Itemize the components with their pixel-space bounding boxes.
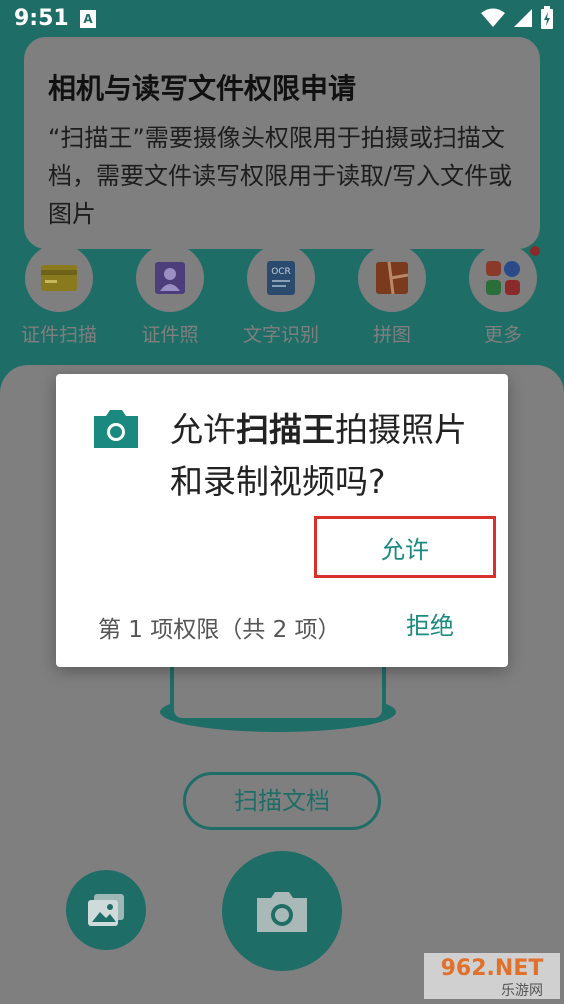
tool-label: 证件扫描 <box>20 324 97 346</box>
notification-icon: A <box>80 10 96 28</box>
tool-ocr[interactable]: OCR 文字识别 <box>226 244 336 347</box>
dialog-message: 允许扫描王拍摄照片和录制视频吗? <box>170 404 480 508</box>
tool-collage[interactable]: 拼图 <box>337 244 447 347</box>
more-apps-icon <box>469 244 537 312</box>
app-name: 扫描王 <box>236 410 335 449</box>
tool-label: 拼图 <box>372 324 411 346</box>
tool-more[interactable]: 更多 <box>448 244 558 347</box>
status-time: 9:51 <box>14 6 69 31</box>
permission-explanation-card: 相机与读写文件权限申请 “扫描王”需要摄像头权限用于拍摄或扫描文档，需要文件读写… <box>24 37 540 249</box>
gallery-icon <box>88 894 124 926</box>
permission-description: “扫描王”需要摄像头权限用于拍摄或扫描文档，需要文件读写权限用于读取/写入文件或… <box>48 124 513 228</box>
wifi-icon <box>481 8 505 27</box>
id-photo-icon <box>136 244 204 312</box>
watermark-logo: 962.NET 乐游网 <box>424 953 560 999</box>
signal-icon <box>514 9 532 27</box>
ocr-icon: OCR <box>247 244 315 312</box>
status-bar: 9:51 A <box>0 0 564 38</box>
collage-icon <box>358 244 426 312</box>
tool-label: 文字识别 <box>242 324 319 346</box>
permission-title: 相机与读写文件权限申请 <box>48 72 357 105</box>
scan-document-button[interactable]: 扫描文档 <box>183 772 381 830</box>
notification-dot <box>530 246 540 256</box>
id-card-icon <box>25 244 93 312</box>
tool-label: 证件照 <box>141 324 199 346</box>
message-prefix: 允许 <box>170 410 236 449</box>
permission-count: 第 1 项权限（共 2 项） <box>98 617 341 643</box>
watermark-bottom: 乐游网 <box>501 983 543 999</box>
allow-label: 允许 <box>381 535 429 564</box>
allow-button[interactable]: 允许 <box>314 516 496 578</box>
camera-icon <box>94 410 138 448</box>
svg-text:OCR: OCR <box>271 267 291 277</box>
watermark-top: 962.NET <box>441 956 544 981</box>
camera-icon <box>257 892 307 932</box>
status-icons <box>480 6 554 30</box>
battery-icon <box>541 6 553 29</box>
tools-row: 证件扫描 证件照 OCR 文字识别 拼图 更多 <box>0 244 564 354</box>
tool-id-scan[interactable]: 证件扫描 <box>4 244 114 347</box>
tool-id-photo[interactable]: 证件照 <box>115 244 225 347</box>
deny-button[interactable]: 拒绝 <box>406 606 454 641</box>
camera-button[interactable] <box>222 851 342 971</box>
tool-label: 更多 <box>483 324 522 346</box>
permission-dialog: 允许扫描王拍摄照片和录制视频吗? 允许 第 1 项权限（共 2 项） 拒绝 <box>56 374 508 667</box>
gallery-button[interactable] <box>66 870 146 950</box>
